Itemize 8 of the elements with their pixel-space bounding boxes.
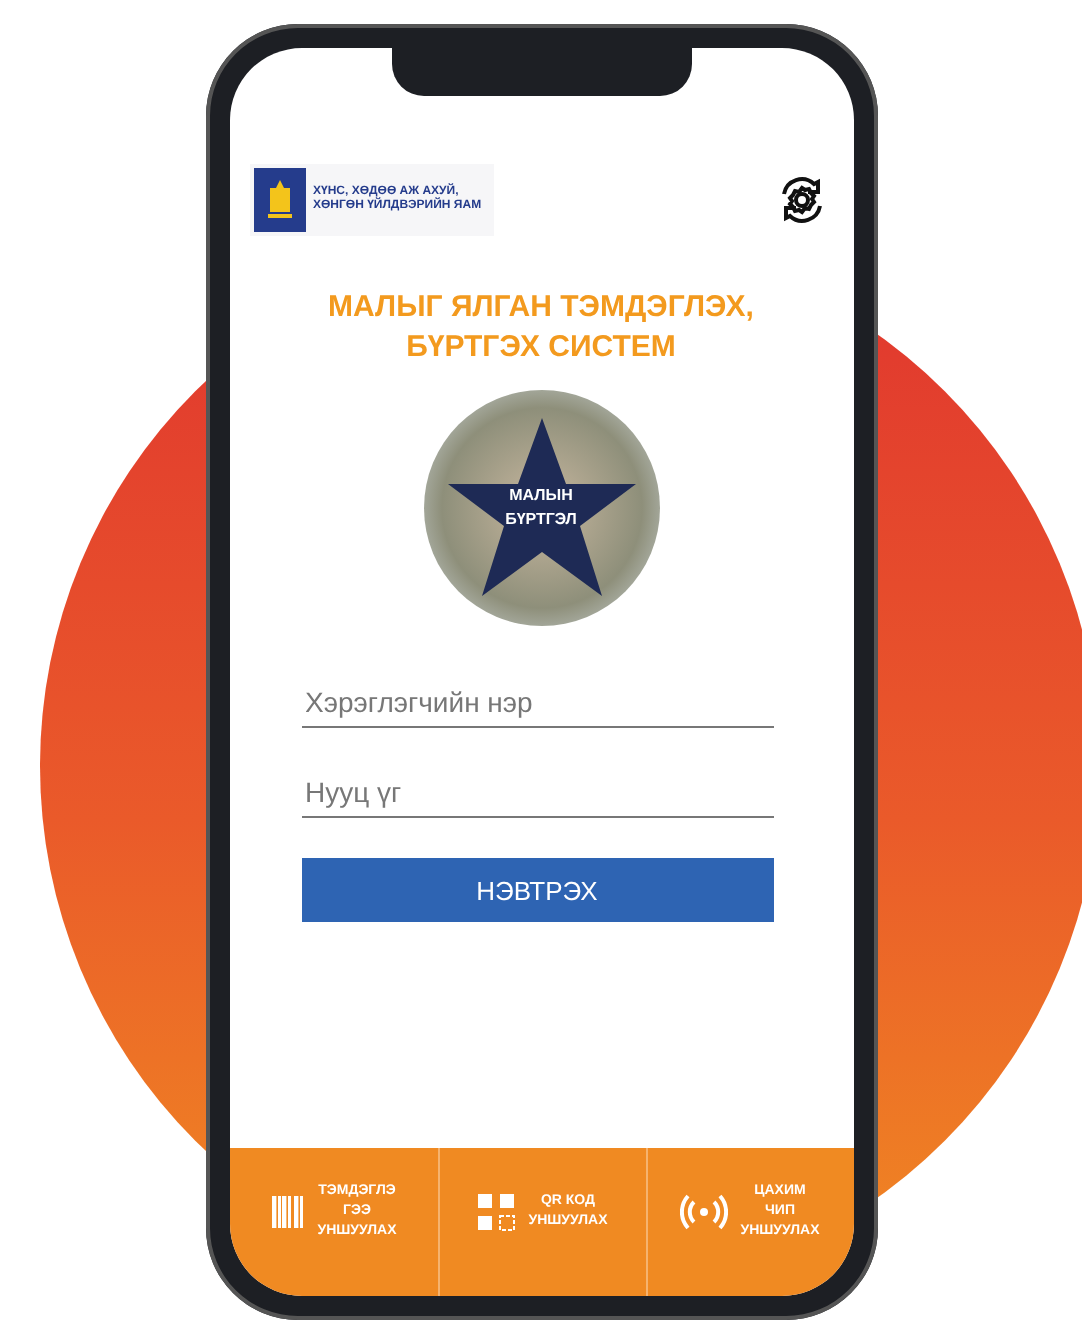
settings-sync-icon[interactable] [777,176,825,224]
login-button[interactable]: НЭВТРЭХ [301,858,773,922]
livestock-photo-emblem: МАЛЫН БҮРТГЭЛ [423,390,659,626]
barcode-icon [269,1194,306,1230]
app-title: МАЛЫГ ЯЛГАН ТЭМДЭГЛЭХ, БҮРТГЭХ СИСТЕМ [326,288,756,366]
qr-code-icon [476,1192,517,1232]
emblem-icon [265,180,293,220]
wireless-signal-icon [680,1194,729,1230]
